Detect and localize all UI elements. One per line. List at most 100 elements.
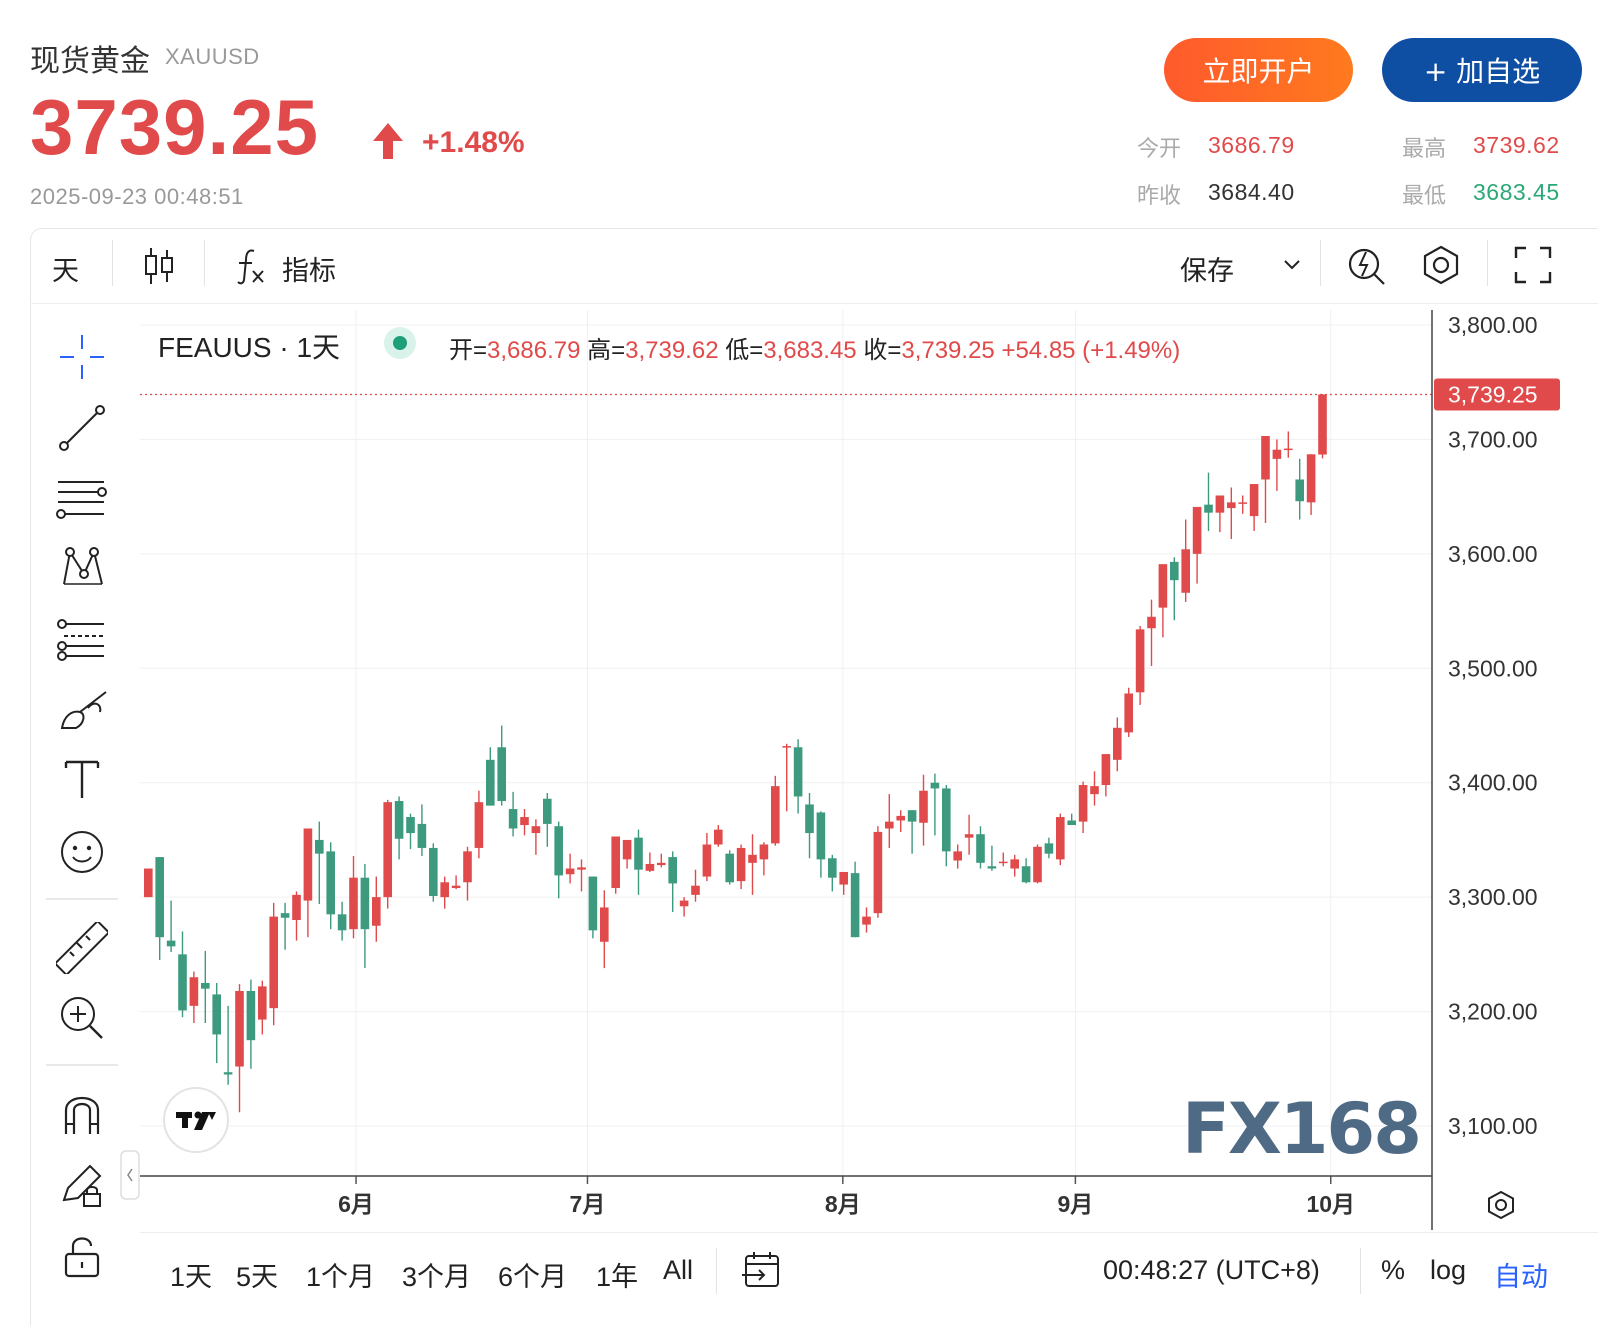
candle-body — [907, 810, 917, 822]
percent-scale-toggle[interactable]: % — [1381, 1255, 1405, 1286]
price-tick-label: 3,100.00 — [1448, 1113, 1538, 1139]
candle-body — [520, 817, 529, 826]
candle-body — [394, 801, 404, 839]
price-tick-label: 3,300.00 — [1448, 884, 1538, 910]
time-axis: 6月 7月 8月 9月 10月 — [140, 1175, 1432, 1217]
legend-high: 3,739.62 — [625, 337, 719, 364]
candle-body — [1056, 817, 1065, 860]
candle-body — [1261, 435, 1270, 480]
candle-body — [144, 868, 153, 898]
candle-body — [1272, 449, 1282, 459]
candle-body — [223, 1072, 233, 1075]
candle-body — [1021, 866, 1031, 883]
time-tick-label: 6月 — [338, 1191, 374, 1217]
legend-ohlc: 开=3,686.79 高=3,739.62 低=3,683.45 收=3,739… — [449, 330, 1180, 365]
candle-body — [736, 847, 746, 882]
candle-body — [793, 747, 803, 797]
candle-body — [508, 809, 518, 829]
range-button[interactable]: 1天 — [170, 1255, 212, 1294]
candle-body — [554, 826, 563, 876]
candle-body — [611, 836, 620, 888]
candle-body — [1284, 448, 1293, 451]
candle-body — [885, 821, 894, 829]
clock-readout[interactable]: 00:48:27 (UTC+8) — [1103, 1255, 1320, 1286]
range-button[interactable]: 5天 — [236, 1255, 278, 1294]
legend-low-label: 低= — [725, 337, 764, 364]
range-button[interactable]: 1个月 — [306, 1255, 375, 1294]
price-tick-label: 3,200.00 — [1448, 999, 1538, 1025]
candle-body — [942, 788, 951, 852]
range-button[interactable]: 1年 — [596, 1255, 638, 1294]
legend-open-label: 开= — [449, 337, 488, 364]
candle-body — [964, 834, 974, 838]
candle-body — [326, 851, 335, 915]
tradingview-logo-icon[interactable] — [162, 1086, 230, 1154]
candle-body — [828, 858, 837, 878]
candle-body — [303, 828, 313, 901]
candle-body — [987, 866, 997, 869]
candle-body — [1238, 502, 1247, 504]
candle-body — [702, 844, 712, 877]
candle-body — [315, 839, 324, 854]
candle-body — [873, 831, 883, 914]
price-tick-label: 3,800.00 — [1448, 312, 1538, 338]
toolbar-divider — [716, 1248, 717, 1294]
market-open-status-icon — [384, 327, 416, 359]
range-button[interactable]: All — [663, 1255, 693, 1286]
candle-body — [1147, 616, 1156, 629]
time-tick-label: 7月 — [570, 1191, 606, 1217]
candle-body — [1215, 495, 1225, 513]
candles-layer — [140, 393, 1432, 1113]
candle-body — [337, 914, 347, 931]
candle-body — [725, 853, 734, 883]
candle-body — [1135, 629, 1145, 693]
axis-settings-icon[interactable] — [1486, 1190, 1516, 1220]
candle-body — [246, 990, 256, 1041]
candle-body — [816, 812, 826, 860]
toolbar-divider — [1360, 1248, 1361, 1294]
candle-body — [1078, 785, 1088, 822]
legend-low: 3,683.45 — [763, 337, 857, 364]
candle-body — [1227, 502, 1236, 509]
candle-body — [862, 916, 871, 925]
candle-body — [1113, 727, 1122, 760]
legend-open: 3,686.79 — [487, 337, 581, 364]
range-button[interactable]: 3个月 — [402, 1255, 471, 1294]
candle-body — [474, 802, 484, 848]
candle-body — [1295, 479, 1304, 502]
candle-body — [497, 747, 506, 802]
candle-body — [531, 826, 541, 834]
candle-body — [577, 867, 586, 870]
candle-body — [1204, 504, 1213, 513]
range-button[interactable]: 6个月 — [498, 1255, 567, 1294]
log-scale-toggle[interactable]: log — [1430, 1255, 1466, 1286]
time-tick-label: 8月 — [825, 1191, 861, 1217]
bottom-bar-divider — [140, 1232, 1598, 1233]
candle-body — [1158, 564, 1168, 608]
candle-body — [451, 885, 461, 888]
candle-body — [292, 894, 301, 921]
go-to-date-icon[interactable] — [742, 1250, 782, 1290]
candle-body — [976, 834, 985, 863]
candle-body — [645, 863, 655, 871]
legend-close-label: 收= — [863, 337, 902, 364]
candle-body — [486, 759, 495, 806]
candle-body — [657, 862, 666, 866]
candle-body — [850, 873, 860, 938]
candle-body — [1067, 820, 1076, 826]
price-tick-label: 3,600.00 — [1448, 541, 1538, 567]
auto-scale-toggle[interactable]: 自动 — [1494, 1255, 1548, 1294]
candle-body — [372, 897, 381, 926]
candle-body — [235, 990, 244, 1067]
candle-body — [565, 868, 575, 875]
candle-body — [1124, 693, 1133, 733]
candle-body — [1101, 754, 1111, 786]
candle-body — [360, 877, 370, 930]
candle-body — [349, 877, 358, 930]
candle-body — [691, 885, 700, 895]
candle-body — [463, 851, 472, 883]
candle-body — [1181, 549, 1190, 593]
time-tick-label: 10月 — [1306, 1191, 1355, 1217]
time-tick-label: 9月 — [1057, 1191, 1093, 1217]
candle-body — [1192, 506, 1202, 554]
